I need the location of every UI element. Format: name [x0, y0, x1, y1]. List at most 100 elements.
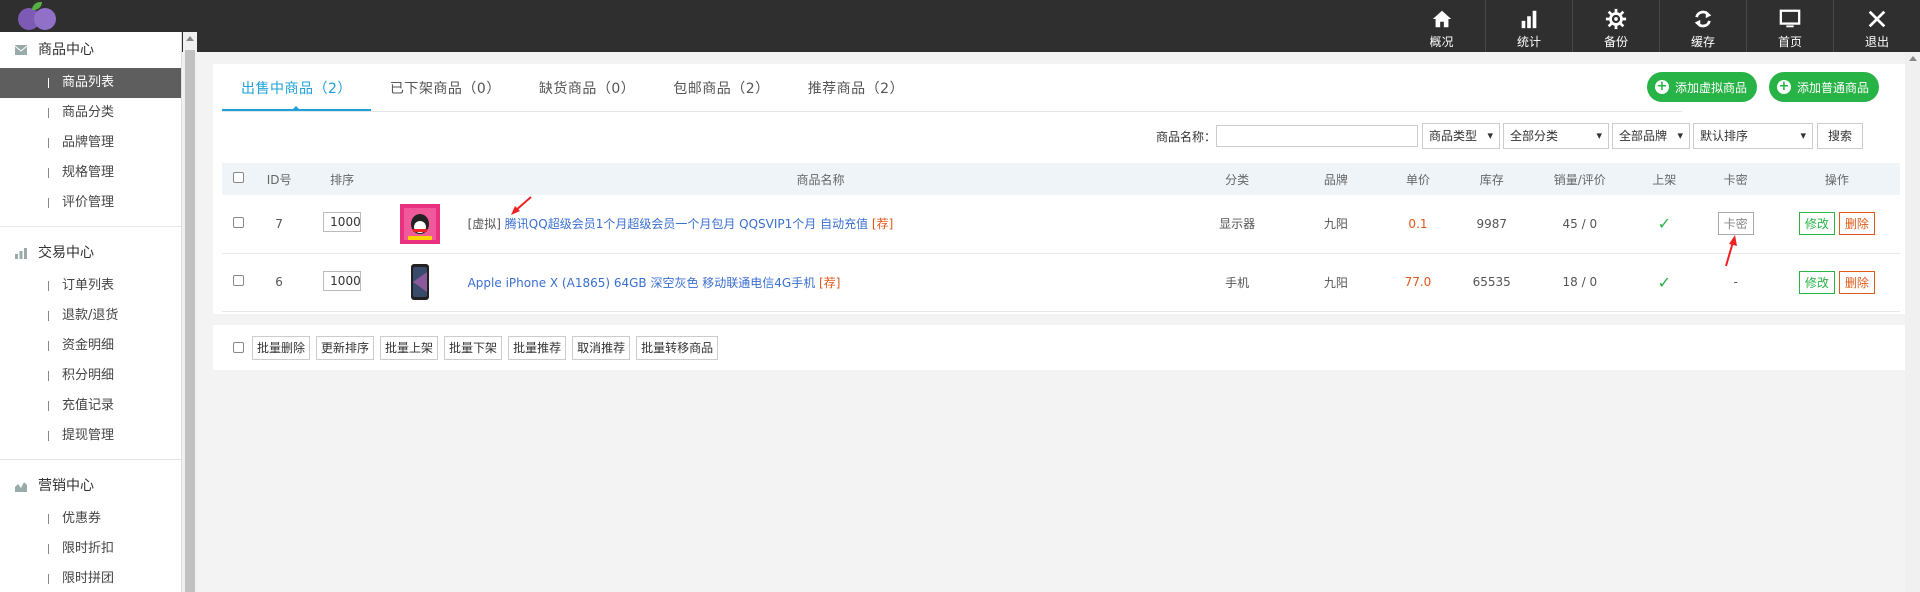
sidebar-item-goods-list[interactable]: 商品列表	[0, 68, 181, 98]
sidebar-item-label: 退款/退货	[62, 308, 119, 323]
row-checkbox[interactable]	[233, 216, 245, 228]
sidebar-item-discount[interactable]: 限时折扣	[0, 534, 181, 564]
edit-button[interactable]: 修改	[1798, 270, 1835, 294]
sidebar-section-goods[interactable]: 商品中心	[0, 32, 181, 68]
recommend-tag: [荐]	[871, 217, 894, 232]
sidebar-item-label: 充值记录	[62, 398, 115, 413]
gear-icon	[1605, 8, 1627, 30]
sidebar-section-marketing[interactable]: 营销中心	[0, 468, 181, 504]
logo	[8, 0, 203, 32]
header-brand: 品牌	[1323, 172, 1348, 187]
tab-on-sale[interactable]: 出售中商品（2）	[222, 72, 371, 111]
sidebar-section-trade[interactable]: 交易中心	[0, 235, 181, 271]
product-thumbnail[interactable]	[399, 262, 440, 302]
row-brand: 九阳	[1323, 275, 1348, 290]
sidebar-item-goods-category[interactable]: 商品分类	[0, 98, 181, 128]
check-icon[interactable]: ✓	[1658, 273, 1671, 292]
goods-table: ID号 排序 商品名称 分类 品牌 单价 库存 销量/评价 上架 卡密 操作 7…	[222, 163, 1900, 312]
sidebar-item-points[interactable]: 积分明细	[0, 361, 181, 391]
tab-free-shipping[interactable]: 包邮商品（2）	[654, 72, 788, 111]
sidebar-item-label: 限时拼团	[62, 571, 115, 586]
sidebar-item-label: 订单列表	[62, 278, 115, 293]
product-name-link[interactable]: 腾讯QQ超级会员1个月超级会员一个月包月 QQSVIP1个月 自动充值	[505, 217, 868, 231]
sort-input[interactable]: 1000	[323, 212, 362, 233]
tab-recommended[interactable]: 推荐商品（2）	[789, 72, 923, 111]
bar-chart-icon	[1521, 10, 1537, 29]
delete-button[interactable]: 删除	[1838, 212, 1875, 236]
bulk-select-checkbox[interactable]	[233, 342, 244, 353]
bulk-recommend-button[interactable]: 批量推荐	[508, 335, 567, 360]
recommend-tag: [荐]	[819, 275, 841, 290]
product-thumbnail[interactable]	[399, 203, 440, 244]
add-normal-goods-button[interactable]: + 添加普通商品	[1769, 72, 1880, 102]
nav-logout[interactable]: 退出	[1833, 0, 1920, 52]
goods-type-select[interactable]: 商品类型	[1422, 123, 1501, 149]
bulk-off-shelf-button[interactable]: 批量下架	[444, 335, 503, 360]
sidebar-item-recharge[interactable]: 充值记录	[0, 391, 181, 421]
goods-name-input[interactable]	[1216, 125, 1419, 147]
nav-home-label: 首页	[1777, 35, 1802, 49]
search-button[interactable]: 搜索	[1817, 123, 1864, 149]
bulk-actions-bar: 批量删除 更新排序 批量上架 批量下架 批量推荐 取消推荐 批量转移商品	[213, 325, 1910, 370]
nav-backup[interactable]: 备份	[1572, 0, 1659, 52]
nav-home[interactable]: 首页	[1746, 0, 1833, 52]
bar-chart-icon	[15, 248, 27, 259]
sidebar-item-withdraw[interactable]: 提现管理	[0, 421, 181, 451]
sidebar-item-label: 评价管理	[62, 195, 115, 210]
nav-cache[interactable]: 缓存	[1659, 0, 1746, 52]
sidebar-scrollbar[interactable]	[183, 32, 197, 592]
nav-stats[interactable]: 统计	[1485, 0, 1572, 52]
nav-backup-label: 备份	[1603, 35, 1628, 49]
monitor-icon	[1779, 9, 1801, 28]
sidebar-item-review[interactable]: 评价管理	[0, 188, 181, 218]
page-scrollbar[interactable]	[1905, 52, 1920, 592]
sidebar-item-label: 品牌管理	[62, 135, 115, 150]
sidebar-item-spec[interactable]: 规格管理	[0, 158, 181, 188]
update-sort-button[interactable]: 更新排序	[316, 335, 375, 360]
plus-icon: +	[1655, 79, 1669, 94]
bulk-on-shelf-button[interactable]: 批量上架	[380, 335, 439, 360]
product-name-link[interactable]: Apple iPhone X (A1865) 64GB 深空灰色 移动联通电信4…	[468, 276, 816, 290]
bulk-transfer-button[interactable]: 批量转移商品	[636, 335, 719, 360]
cancel-recommend-button[interactable]: 取消推荐	[572, 335, 631, 360]
sidebar-item-label: 提现管理	[62, 428, 115, 443]
sidebar-item-refunds[interactable]: 退款/退货	[0, 301, 181, 331]
tab-out-of-stock[interactable]: 缺货商品（0）	[520, 72, 654, 111]
sidebar-item-brand[interactable]: 品牌管理	[0, 128, 181, 158]
area-chart-icon	[15, 482, 27, 492]
nav-cache-label: 缓存	[1690, 35, 1715, 49]
sidebar-item-label: 商品分类	[62, 105, 115, 120]
sidebar-item-label: 优惠券	[62, 511, 102, 526]
goods-name-label: 商品名称：	[1156, 129, 1217, 144]
sidebar-item-label: 资金明细	[62, 338, 115, 353]
sidebar-item-orders[interactable]: 订单列表	[0, 271, 181, 301]
row-stock: 65535	[1472, 275, 1511, 289]
sidebar-item-group-buy[interactable]: 限时拼团	[0, 564, 181, 592]
sort-input[interactable]: 1000	[323, 270, 362, 291]
tab-off-shelf[interactable]: 已下架商品（0）	[371, 72, 520, 111]
sort-select[interactable]: 默认排序	[1693, 123, 1814, 149]
row-category: 显示器	[1219, 217, 1256, 232]
sidebar-item-funds[interactable]: 资金明细	[0, 331, 181, 361]
divider	[0, 459, 181, 460]
add-virtual-goods-button[interactable]: + 添加虚拟商品	[1647, 72, 1758, 102]
sidebar-section-label: 商品中心	[38, 42, 94, 58]
nav-overview[interactable]: 概况	[1398, 0, 1485, 52]
bulk-delete-button[interactable]: 批量删除	[252, 335, 311, 360]
delete-button[interactable]: 删除	[1838, 270, 1875, 294]
row-sales: 45 / 0	[1562, 216, 1598, 231]
card-secret-button[interactable]: 卡密	[1717, 212, 1754, 236]
row-brand: 九阳	[1323, 217, 1348, 232]
brand-select[interactable]: 全部品牌	[1612, 123, 1691, 149]
row-id: 6	[275, 275, 283, 289]
row-price: 77.0	[1404, 275, 1432, 289]
select-all-checkbox[interactable]	[233, 172, 245, 183]
row-sales: 18 / 0	[1562, 275, 1598, 289]
row-checkbox[interactable]	[233, 275, 245, 286]
edit-button[interactable]: 修改	[1798, 212, 1835, 236]
category-select[interactable]: 全部分类	[1503, 123, 1610, 149]
check-icon[interactable]: ✓	[1658, 214, 1671, 233]
sidebar-item-coupons[interactable]: 优惠券	[0, 504, 181, 534]
header-stock: 库存	[1479, 172, 1504, 187]
goods-tabs: 出售中商品（2） 已下架商品（0） 缺货商品（0） 包邮商品（2） 推荐商品（2…	[222, 72, 1682, 112]
